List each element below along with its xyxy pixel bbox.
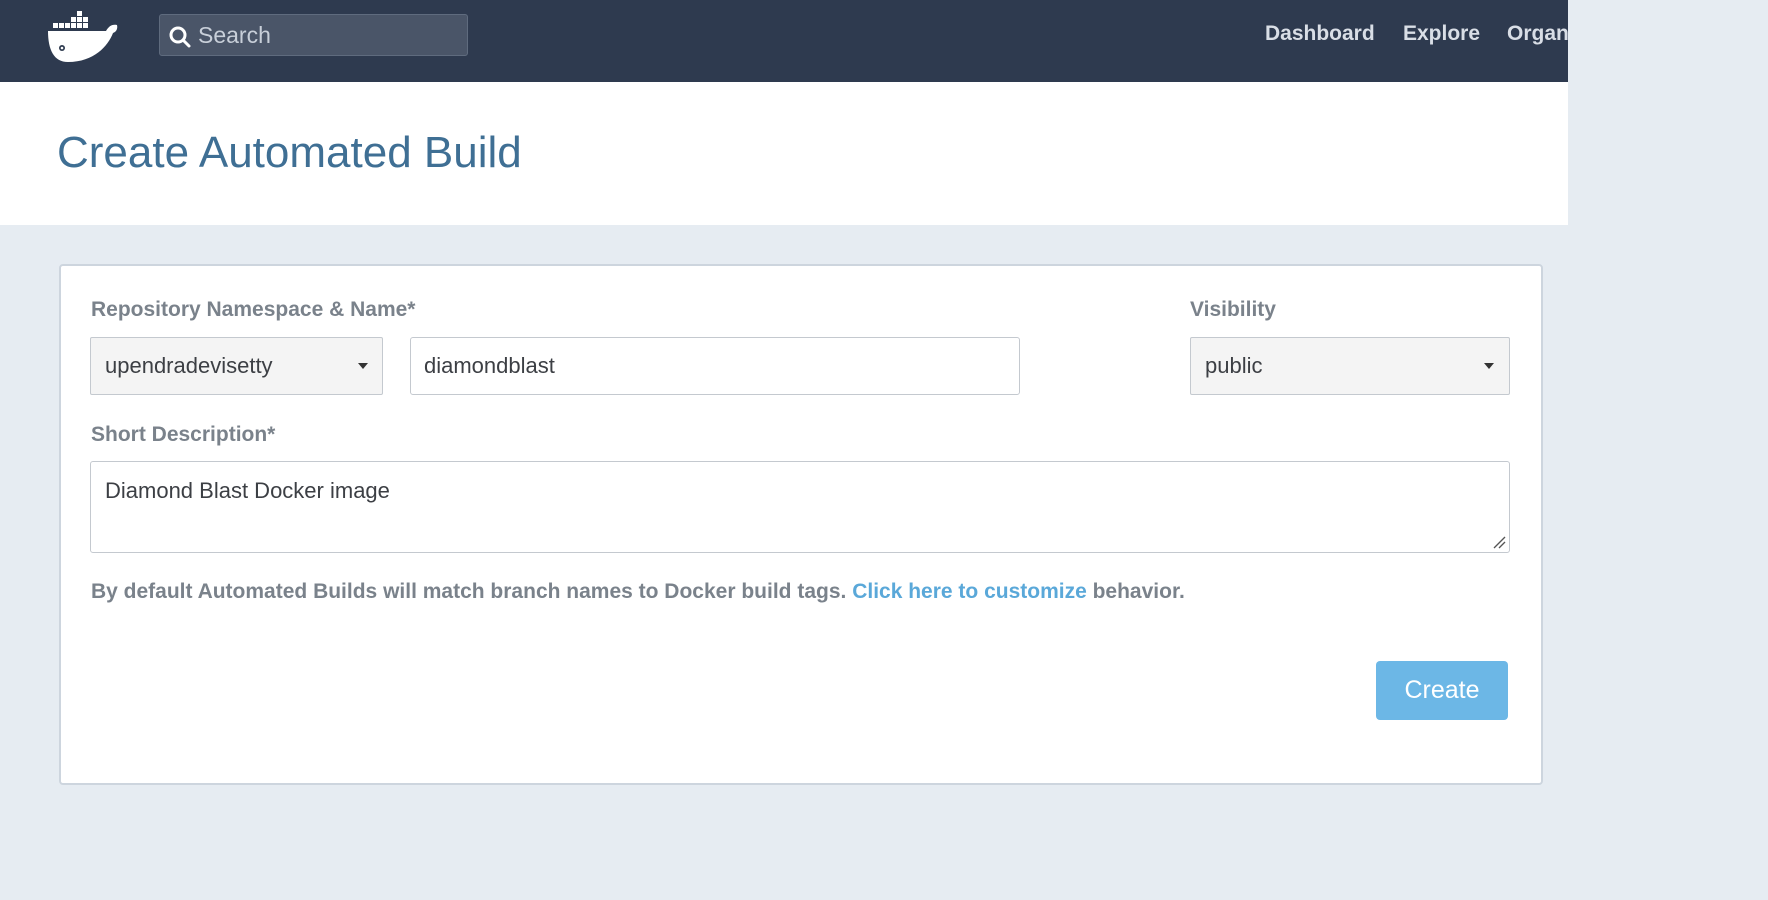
search-box[interactable] xyxy=(159,14,468,56)
short-description-value: Diamond Blast Docker image xyxy=(105,478,390,503)
resize-handle-icon[interactable] xyxy=(1492,535,1506,549)
page-title: Create Automated Build xyxy=(57,128,522,177)
nav-explore[interactable]: Explore xyxy=(1403,22,1480,46)
visibility-value: public xyxy=(1205,353,1263,378)
docker-whale-icon[interactable] xyxy=(46,10,122,66)
visibility-label: Visibility xyxy=(1190,298,1276,321)
search-input[interactable] xyxy=(198,15,458,55)
nav-dashboard[interactable]: Dashboard xyxy=(1265,22,1375,46)
caret-down-icon xyxy=(358,363,368,369)
namespace-value: upendradevisetty xyxy=(105,353,273,378)
repository-name-input[interactable] xyxy=(424,338,1004,394)
visibility-select[interactable]: public xyxy=(1190,337,1510,395)
namespace-select[interactable]: upendradevisetty xyxy=(90,337,383,395)
info-text-prefix: By default Automated Builds will match b… xyxy=(91,580,853,603)
build-tags-info: By default Automated Builds will match b… xyxy=(91,580,1185,604)
customize-link[interactable]: Click here to customize xyxy=(852,580,1087,603)
repository-name-field[interactable] xyxy=(410,337,1020,395)
create-button[interactable]: Create xyxy=(1376,661,1508,720)
nav-organizations[interactable]: Organ xyxy=(1507,22,1569,46)
caret-down-icon xyxy=(1484,363,1494,369)
search-icon xyxy=(169,26,191,48)
short-description-textarea[interactable]: Diamond Blast Docker image xyxy=(90,461,1510,553)
short-description-label: Short Description* xyxy=(91,423,276,446)
repository-name-label: Repository Namespace & Name* xyxy=(91,298,416,321)
top-navbar: Dashboard Explore Organ xyxy=(0,0,1569,82)
info-text-suffix: behavior. xyxy=(1086,580,1185,603)
